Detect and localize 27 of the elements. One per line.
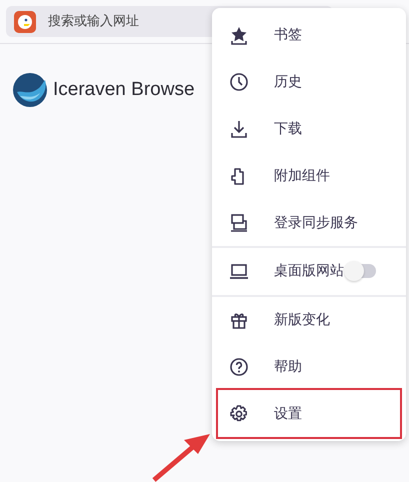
logo-text: Iceraven Browse: [53, 79, 195, 101]
devices-icon: [229, 212, 249, 233]
help-icon: [229, 356, 249, 377]
menu-label: 附加组件: [274, 166, 330, 185]
settings-icon: [229, 404, 249, 424]
menu-label: 设置: [274, 404, 302, 423]
menu-item[interactable]: 历史: [212, 58, 400, 106]
menu-item[interactable]: 桌面版网站: [212, 246, 406, 295]
menu-item[interactable]: 设置: [218, 390, 400, 438]
menu-label: 新版变化: [274, 311, 330, 330]
bookmark-star-icon: [229, 25, 249, 46]
menu-item[interactable]: 新版变化: [212, 294, 406, 344]
menu-item[interactable]: 帮助: [212, 344, 400, 390]
menu-label: 桌面版网站: [274, 262, 344, 280]
menu-label: 登录同步服务: [274, 214, 358, 232]
menu-item[interactable]: 登录同步服务: [212, 199, 400, 246]
toggle-switch[interactable]: [346, 264, 376, 278]
menu-label: 下载: [274, 120, 302, 138]
menu-item[interactable]: 附加组件: [212, 152, 400, 200]
clock-icon: [229, 72, 249, 92]
download-icon: [229, 118, 249, 139]
menu-label: 历史: [274, 73, 302, 92]
menu-label: 帮助: [274, 358, 302, 376]
duck-logo-icon[interactable]: [14, 10, 36, 32]
menu-item[interactable]: 下载: [212, 106, 400, 152]
laptop-icon: [229, 261, 249, 282]
logo-icon: [12, 72, 48, 108]
